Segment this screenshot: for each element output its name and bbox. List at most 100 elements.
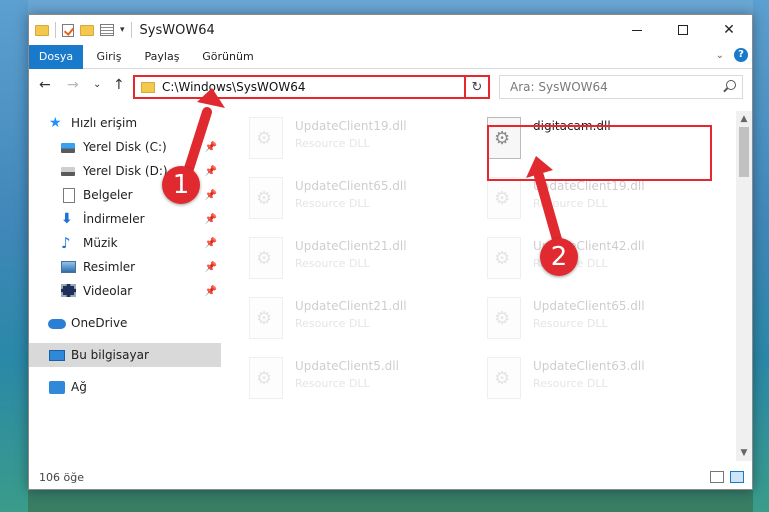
network-shape (49, 381, 65, 394)
videos-icon (61, 284, 77, 298)
file-explorer-window: ▾ SysWOW64 ✕ Dosya Giriş Paylaş Görünüm … (28, 14, 753, 490)
quick-access-toolbar: ▾ (35, 22, 132, 38)
pin-icon: 📌 (204, 213, 217, 225)
pin-icon: 📌 (204, 141, 217, 153)
file-item[interactable]: UpdateClient21.dll Resource DLL (249, 237, 479, 291)
film-shape (61, 284, 76, 297)
dll-file-icon (249, 357, 283, 399)
help-icon[interactable]: ? (734, 48, 748, 62)
file-name: UpdateClient21.dll (295, 299, 407, 313)
refresh-icon: ↻ (471, 79, 483, 95)
scroll-up-icon[interactable]: ▲ (736, 111, 752, 127)
file-item[interactable]: UpdateClient65.dll Resource DLL (249, 177, 479, 231)
sidebar-item-onedrive[interactable]: OneDrive (29, 311, 221, 335)
search-box[interactable]: Ara: SysWOW64 (499, 75, 743, 99)
tab-home[interactable]: Giriş (87, 45, 131, 69)
file-name: UpdateClient65.dll (533, 299, 645, 313)
drive-icon (61, 140, 77, 154)
cloud-shape (48, 319, 66, 329)
ribbon-controls: ⌄ ? (716, 48, 748, 62)
file-name: UpdateClient65.dll (295, 179, 407, 193)
search-input[interactable]: Ara: SysWOW64 (510, 80, 608, 94)
pictures-icon (61, 260, 77, 274)
dll-file-icon (249, 237, 283, 279)
sidebar-item-this-pc[interactable]: Bu bilgisayar (29, 343, 221, 367)
properties-check-icon[interactable] (62, 23, 74, 37)
forward-button[interactable]: → (67, 77, 79, 93)
pin-icon: 📌 (204, 237, 217, 249)
customize-icon[interactable] (100, 24, 114, 36)
star-icon: ★ (49, 115, 62, 131)
tab-file[interactable]: Dosya (29, 45, 83, 69)
search-icon[interactable] (726, 80, 736, 90)
pin-icon: 📌 (204, 165, 217, 177)
window-controls: ✕ (614, 15, 752, 45)
close-button[interactable]: ✕ (706, 15, 752, 45)
file-type: Resource DLL (295, 137, 370, 150)
sidebar-item-network[interactable]: Ağ (29, 375, 221, 399)
documents-icon (61, 188, 77, 203)
title-bar: ▾ SysWOW64 ✕ (29, 15, 752, 45)
new-folder-icon[interactable] (80, 24, 94, 36)
qat-separator (130, 22, 132, 38)
sidebar-item-label: Bu bilgisayar (71, 348, 149, 362)
document-shape (63, 188, 75, 203)
file-type: Resource DLL (533, 317, 608, 330)
address-path[interactable]: C:\Windows\SysWOW64 (162, 80, 306, 94)
desktop-background-right (753, 0, 769, 512)
navigation-pane: ★ Hızlı erişim Yerel Disk (C:) 📌 Yerel D… (29, 111, 221, 455)
file-type: Resource DLL (533, 377, 608, 390)
maximize-button[interactable] (660, 15, 706, 45)
file-type: Resource DLL (295, 197, 370, 210)
sidebar-item-label: Yerel Disk (C:) (83, 140, 167, 154)
drive-icon (61, 164, 77, 178)
folder-icon[interactable] (35, 24, 49, 36)
large-icons-view-icon[interactable] (730, 471, 744, 483)
up-button[interactable]: ↑ (113, 77, 125, 93)
back-button[interactable]: ← (39, 77, 51, 93)
sidebar-item-pictures[interactable]: Resimler 📌 (29, 255, 221, 279)
details-view-icon[interactable] (710, 471, 724, 483)
file-name: UpdateClient19.dll (295, 119, 407, 133)
sidebar-item-videos[interactable]: Videolar 📌 (29, 279, 221, 303)
dll-file-icon (487, 177, 521, 219)
maximize-icon (678, 25, 688, 35)
sidebar-item-music[interactable]: ♪ Müzik 📌 (29, 231, 221, 255)
sidebar-item-label: Müzik (83, 236, 118, 250)
file-item[interactable]: UpdateClient5.dll Resource DLL (249, 357, 479, 411)
file-item[interactable]: UpdateClient19.dll Resource DLL (249, 117, 479, 171)
tab-share[interactable]: Paylaş (135, 45, 189, 69)
file-type: Resource DLL (295, 257, 370, 270)
file-item[interactable]: UpdateClient65.dll Resource DLL (487, 297, 717, 351)
vertical-scrollbar[interactable]: ▲ ▼ (736, 111, 752, 461)
folder-icon (141, 81, 155, 93)
pin-icon: 📌 (204, 261, 217, 273)
dll-file-icon (249, 177, 283, 219)
file-item[interactable]: UpdateClient63.dll Resource DLL (487, 357, 717, 411)
sidebar-item-downloads[interactable]: ⬇ İndirmeler 📌 (29, 207, 221, 231)
dll-file-icon (487, 297, 521, 339)
music-icon: ♪ (61, 234, 71, 252)
ribbon-collapse-icon[interactable]: ⌄ (716, 50, 724, 61)
file-name: UpdateClient63.dll (533, 359, 645, 373)
qat-dropdown-icon[interactable]: ▾ (120, 25, 125, 35)
picture-shape (61, 261, 76, 273)
status-bar: 106 öğe (29, 467, 752, 489)
file-item[interactable]: UpdateClient42.dll Resource DLL (487, 237, 717, 291)
file-item[interactable]: UpdateClient21.dll Resource DLL (249, 297, 479, 351)
sidebar-item-drive-c[interactable]: Yerel Disk (C:) 📌 (29, 135, 221, 159)
refresh-button[interactable]: ↻ (464, 75, 490, 99)
pin-icon: 📌 (204, 285, 217, 297)
file-name: UpdateClient5.dll (295, 359, 399, 373)
address-bar[interactable]: C:\Windows\SysWOW64 ⌄ (133, 75, 486, 99)
recent-locations-dropdown[interactable]: ⌄ (93, 79, 101, 90)
scroll-down-icon[interactable]: ▼ (736, 445, 752, 461)
minimize-button[interactable] (614, 15, 660, 45)
tab-view[interactable]: Görünüm (195, 45, 261, 69)
scroll-thumb[interactable] (739, 127, 749, 177)
desktop-background-left (0, 0, 28, 512)
file-item[interactable]: UpdateClient19.dll Resource DLL (487, 177, 717, 231)
item-count: 106 öğe (39, 471, 84, 484)
sidebar-item-quick-access[interactable]: ★ Hızlı erişim (29, 111, 221, 135)
file-highlight-box (487, 125, 712, 181)
